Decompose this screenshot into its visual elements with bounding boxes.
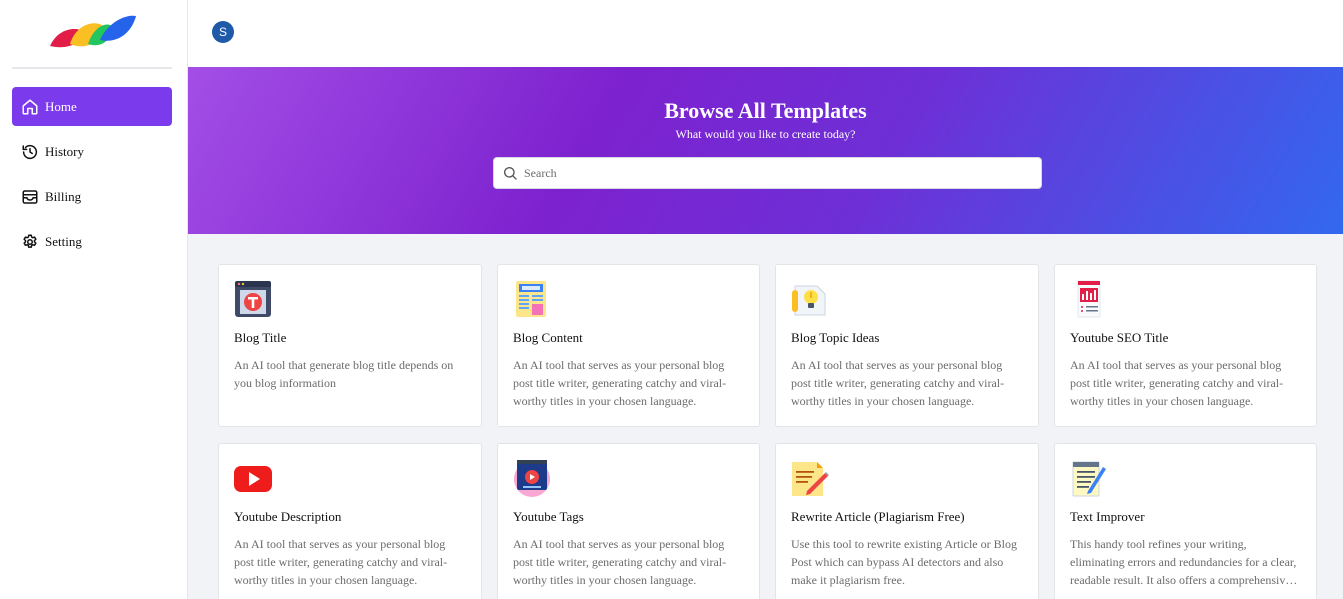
sidebar-item-label: Home bbox=[45, 98, 77, 114]
template-card-blog-topic-ideas[interactable]: Blog Topic Ideas An AI tool that serves … bbox=[775, 264, 1039, 427]
blog-title-icon bbox=[235, 281, 271, 317]
lightbulb-icon bbox=[792, 285, 826, 316]
top-bar: S bbox=[188, 0, 1343, 67]
sidebar-divider bbox=[12, 67, 172, 69]
youtube-icon bbox=[234, 466, 272, 492]
templates-grid: Blog Title An AI tool that generate blog… bbox=[218, 264, 1317, 599]
template-title: Rewrite Article (Plagiarism Free) bbox=[791, 509, 965, 524]
rewrite-icon bbox=[792, 462, 829, 496]
template-description: This handy tool refines your writing, el… bbox=[1070, 537, 1297, 587]
wallet-icon bbox=[21, 188, 39, 206]
search-bar bbox=[493, 157, 1042, 189]
sidebar: Home History Billing Setting bbox=[0, 0, 188, 599]
sidebar-item-label: Billing bbox=[45, 188, 82, 204]
templates-section: Blog Title An AI tool that generate blog… bbox=[188, 234, 1343, 599]
template-card-text-improver[interactable]: Text Improver This handy tool refines yo… bbox=[1054, 443, 1317, 599]
video-tags-icon bbox=[514, 460, 550, 497]
template-title: Youtube SEO Title bbox=[1070, 330, 1169, 345]
template-title: Youtube Description bbox=[234, 509, 342, 524]
template-title: Blog Topic Ideas bbox=[791, 330, 880, 345]
hero-banner: Browse All Templates What would you like… bbox=[188, 67, 1343, 234]
template-card-youtube-tags[interactable]: Youtube Tags An AI tool that serves as y… bbox=[497, 443, 760, 599]
template-title: Blog Content bbox=[513, 330, 583, 345]
gear-icon bbox=[21, 233, 39, 251]
template-description: An AI tool that serves as your personal … bbox=[513, 358, 727, 408]
template-card-rewrite-article[interactable]: Rewrite Article (Plagiarism Free) Use th… bbox=[775, 443, 1039, 599]
sidebar-item-history[interactable]: History bbox=[12, 132, 172, 171]
template-title: Youtube Tags bbox=[513, 509, 584, 524]
template-description: Use this tool to rewrite existing Articl… bbox=[791, 537, 1017, 587]
search-icon bbox=[502, 165, 518, 181]
sidebar-item-billing[interactable]: Billing bbox=[12, 177, 172, 216]
page-title: Browse All Templates bbox=[664, 98, 867, 123]
seo-report-icon bbox=[1077, 280, 1101, 318]
template-card-blog-content[interactable]: Blog Content An AI tool that serves as y… bbox=[497, 264, 760, 427]
home-icon bbox=[21, 98, 39, 116]
template-title: Text Improver bbox=[1070, 509, 1145, 524]
template-card-youtube-description[interactable]: Youtube Description An AI tool that serv… bbox=[218, 443, 482, 599]
template-description: An AI tool that serves as your personal … bbox=[791, 358, 1005, 408]
search-input[interactable] bbox=[524, 159, 1041, 187]
template-card-blog-title[interactable]: Blog Title An AI tool that generate blog… bbox=[218, 264, 482, 427]
sidebar-item-setting[interactable]: Setting bbox=[12, 222, 172, 261]
sidebar-item-label: History bbox=[45, 143, 84, 159]
blog-content-icon bbox=[516, 281, 546, 317]
template-description: An AI tool that serves as your personal … bbox=[513, 537, 727, 587]
template-description: An AI tool that serves as your personal … bbox=[234, 537, 448, 587]
notepad-icon bbox=[1072, 461, 1106, 497]
sidebar-item-label: Setting bbox=[45, 233, 82, 249]
sidebar-item-home[interactable]: Home bbox=[12, 87, 172, 126]
logo-icon[interactable] bbox=[48, 14, 138, 50]
avatar[interactable]: S bbox=[212, 21, 234, 43]
sidebar-nav: Home History Billing Setting bbox=[12, 87, 172, 267]
template-description: An AI tool that serves as your personal … bbox=[1070, 358, 1284, 408]
template-description: An AI tool that generate blog title depe… bbox=[234, 358, 454, 390]
history-icon bbox=[21, 143, 39, 161]
template-card-youtube-seo-title[interactable]: Youtube SEO Title An AI tool that serves… bbox=[1054, 264, 1317, 427]
page-subtitle: What would you like to create today? bbox=[675, 127, 856, 141]
template-title: Blog Title bbox=[234, 330, 287, 345]
